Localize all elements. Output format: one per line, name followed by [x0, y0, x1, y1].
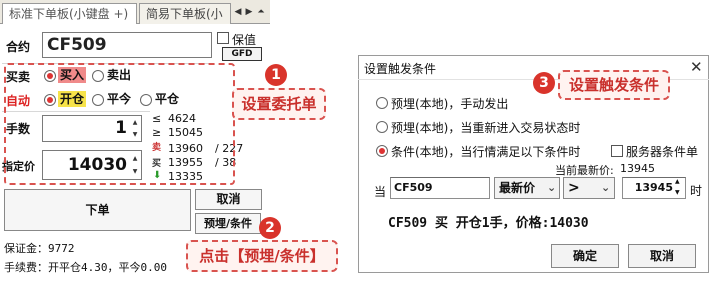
contract-input[interactable]: CF509 [42, 32, 212, 58]
current-last-price-value: 13945 [620, 162, 655, 175]
trading-state-preset-radio[interactable] [376, 121, 388, 133]
condition-contract-input[interactable]: CF509 [390, 177, 490, 199]
tab-scroll-right-icon[interactable]: ▶ [243, 5, 255, 19]
step-3-callout: 设置触发条件 [558, 70, 670, 100]
order-summary: CF509 买 开仓1手，价格:14030 [388, 216, 589, 231]
server-condition-label[interactable]: 服务器条件单 [626, 143, 698, 160]
contract-label: 合约 [6, 40, 31, 54]
tab-simple-order-board[interactable]: 简易下单板(小 [139, 3, 231, 24]
order-setup-highlight [4, 63, 235, 185]
time-suffix-label: 时 [690, 184, 703, 198]
condition-field-value: 最新价 [499, 181, 536, 195]
step-2-callout: 点击【预埋/条件】 [186, 240, 338, 272]
place-order-button[interactable]: 下单 [4, 189, 191, 231]
fee-text: 手续费：开平仓4.30，平今0.00 [4, 261, 167, 274]
threshold-up-icon[interactable]: ▲ [675, 177, 680, 187]
current-last-price-label: 当前最新价: [555, 164, 614, 177]
server-condition-checkbox[interactable] [611, 145, 623, 157]
tab-standard-order-board[interactable]: 标准下单板(小键盘 +) [2, 3, 137, 24]
step-1-badge: 1 [265, 64, 287, 86]
chevron-down-icon: ⌄ [601, 181, 611, 194]
chevron-down-icon: ⌄ [547, 181, 557, 194]
cancel-button[interactable]: 取消 [195, 189, 262, 210]
confirm-button[interactable]: 确定 [551, 244, 619, 268]
margin-text: 保证金：9772 [4, 242, 75, 255]
condition-field-select[interactable]: 最新价 ⌄ [494, 177, 560, 199]
threshold-down-icon[interactable]: ▼ [675, 188, 680, 198]
dialog-cancel-button[interactable]: 取消 [628, 244, 696, 268]
hedge-label: 保值 [232, 33, 257, 47]
hedge-checkbox[interactable] [217, 32, 229, 44]
close-icon[interactable]: ✕ [690, 58, 703, 76]
market-condition-label[interactable]: 条件(本地)，当行情满足以下条件时 [391, 143, 580, 160]
condition-operator-select[interactable]: > ⌄ [563, 177, 615, 199]
step-2-badge: 2 [259, 217, 281, 239]
trading-state-preset-label[interactable]: 预埋(本地)，当重新进入交易状态时 [391, 119, 580, 136]
manual-preset-label[interactable]: 预埋(本地)，手动发出 [391, 95, 508, 112]
tab-menu-icon[interactable]: ⏶ [255, 5, 267, 19]
when-label: 当 [374, 185, 387, 199]
dialog-title: 设置触发条件 [364, 62, 437, 76]
preset-condition-button[interactable]: 预埋/条件 [195, 213, 261, 234]
manual-preset-radio[interactable] [376, 97, 388, 109]
step-3-badge: 3 [533, 72, 555, 94]
market-condition-radio[interactable] [376, 145, 388, 157]
condition-operator-value: > [568, 180, 580, 196]
gfd-button[interactable]: GFD [222, 47, 262, 61]
step-1-callout: 设置委托单 [232, 88, 326, 120]
